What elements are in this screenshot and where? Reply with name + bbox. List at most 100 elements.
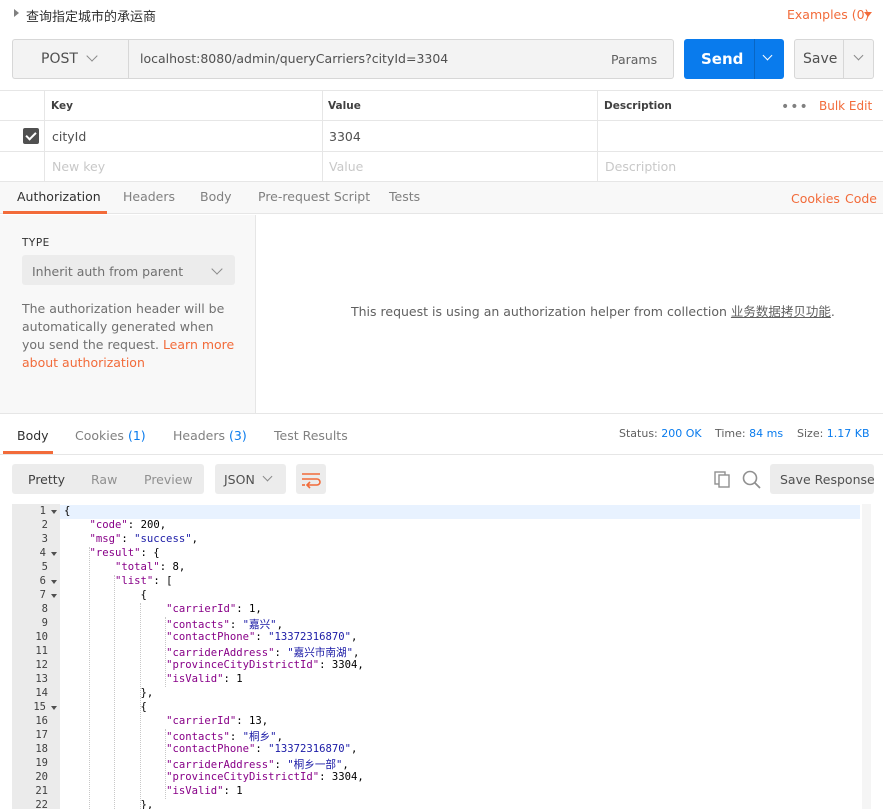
wrap-lines-button[interactable] (296, 464, 326, 494)
line-number: 2 (41, 519, 48, 531)
indent-guide (139, 603, 141, 809)
new-value-input[interactable]: Value (329, 159, 363, 174)
divider (0, 120, 883, 121)
tab-response-body[interactable]: Body (17, 428, 49, 443)
send-button-label[interactable]: Send (701, 50, 743, 68)
line-number: 18 (35, 743, 48, 755)
format-select-value[interactable]: JSON (224, 472, 255, 487)
line-number: 6 (39, 575, 46, 587)
count-badge: (1) (127, 428, 146, 443)
active-line-highlight (60, 505, 860, 519)
tab-pre-request-script[interactable]: Pre-request Script (258, 189, 370, 204)
fold-toggle-icon[interactable] (51, 594, 57, 598)
editor-scrollbar[interactable] (862, 504, 871, 809)
line-number: 12 (35, 659, 48, 671)
size-value[interactable]: 1.17 KB (827, 427, 870, 440)
column-header-value: Value (328, 100, 361, 112)
code-line: "total": 8, (115, 561, 186, 573)
line-number: 3 (41, 533, 48, 545)
caret-right-icon[interactable] (14, 9, 19, 17)
line-number: 1 (39, 505, 46, 517)
auth-helper-suffix: . (830, 304, 835, 319)
column-header-key: Key (51, 100, 73, 112)
time-value[interactable]: 84 ms (749, 427, 783, 440)
new-key-input[interactable]: New key (52, 159, 105, 174)
code-line: "carrierId": 1, (166, 603, 262, 615)
indent-guide (114, 575, 116, 809)
search-icon (742, 470, 761, 489)
line-number: 4 (39, 547, 46, 559)
size-label: Size: (797, 427, 824, 440)
code-line: "result": { (89, 547, 160, 559)
auth-description: The authorization header will be automat… (22, 300, 238, 372)
line-number: 13 (35, 673, 48, 685)
fold-toggle-icon[interactable] (51, 510, 57, 514)
code-line: "carrierId": 13, (166, 715, 269, 727)
tab-authorization[interactable]: Authorization (17, 189, 101, 204)
more-options-icon[interactable]: ••• (781, 99, 809, 115)
indent-guide (88, 547, 90, 809)
bulk-edit-link[interactable]: Bulk Edit (819, 99, 872, 113)
divider (0, 151, 883, 152)
code-line: "code": 200, (89, 519, 167, 531)
method-label[interactable]: POST (41, 51, 78, 67)
new-description-input[interactable]: Description (605, 159, 676, 174)
param-value-cell[interactable]: 3304 (329, 129, 361, 144)
indent-guide (165, 729, 167, 799)
view-preview-button[interactable]: Preview (144, 472, 193, 487)
param-description-cell[interactable] (605, 129, 865, 145)
code-line: "provinceCityDistrictId": 3304, (166, 771, 364, 783)
line-number: 20 (35, 771, 48, 783)
time-label: Time: (715, 427, 746, 440)
active-tab-indicator (3, 211, 107, 214)
fold-toggle-icon[interactable] (51, 580, 57, 584)
url-input-value[interactable]: localhost:8080/admin/queryCarriers?cityI… (140, 51, 448, 66)
params-button-label[interactable]: Params (611, 52, 657, 67)
collection-link[interactable]: 业务数据拷贝功能 (731, 304, 831, 319)
code-line: { (64, 505, 71, 517)
tab-label: Headers (173, 428, 226, 443)
view-pretty-button[interactable]: Pretty (28, 472, 65, 487)
send-dropdown-button[interactable] (754, 39, 784, 79)
fold-toggle-icon[interactable] (51, 706, 57, 710)
line-number: 17 (35, 729, 48, 741)
chevron-down-icon[interactable] (864, 12, 872, 17)
divider (0, 413, 883, 414)
auth-helper-text: This request is using an authorization h… (351, 304, 731, 319)
tab-body[interactable]: Body (200, 189, 232, 204)
param-key-cell[interactable]: cityId (52, 129, 86, 144)
status-label: Status: (619, 427, 658, 440)
line-number: 9 (41, 617, 48, 629)
tab-label: Cookies (75, 428, 124, 443)
save-button-label[interactable]: Save (803, 51, 837, 67)
save-response-label[interactable]: Save Response (780, 472, 875, 487)
examples-dropdown[interactable]: Examples (0) (787, 7, 869, 22)
request-name[interactable]: 查询指定城市的承运商 (26, 6, 156, 25)
tab-test-results[interactable]: Test Results (274, 428, 348, 443)
divider (44, 90, 45, 181)
auth-helper-message: This request is using an authorization h… (351, 301, 835, 320)
tab-response-cookies[interactable]: Cookies (1) (75, 428, 146, 443)
tab-response-headers[interactable]: Headers (3) (173, 428, 247, 443)
cookies-link[interactable]: Cookies (791, 191, 840, 206)
code-link[interactable]: Code (845, 191, 877, 206)
copy-button[interactable] (712, 469, 732, 492)
tab-headers[interactable]: Headers (123, 189, 175, 204)
count-badge: (3) (229, 428, 247, 443)
divider (322, 90, 323, 181)
line-number: 5 (41, 561, 48, 573)
response-time: Time: 84 ms (715, 427, 783, 440)
copy-icon (714, 471, 730, 488)
code-line: "msg": "success", (89, 533, 198, 545)
tab-tests[interactable]: Tests (389, 189, 420, 204)
line-number: 21 (35, 785, 48, 797)
line-number: 11 (35, 645, 48, 657)
auth-type-value[interactable]: Inherit auth from parent (32, 264, 183, 279)
line-number: 19 (35, 757, 48, 769)
code-line: "contactPhone": "13372316870", (166, 631, 358, 643)
view-raw-button[interactable]: Raw (91, 472, 117, 487)
fold-toggle-icon[interactable] (51, 552, 57, 556)
search-button[interactable] (741, 469, 763, 494)
code-line: "contactPhone": "13372316870", (166, 743, 358, 755)
status-value[interactable]: 200 OK (661, 427, 701, 440)
